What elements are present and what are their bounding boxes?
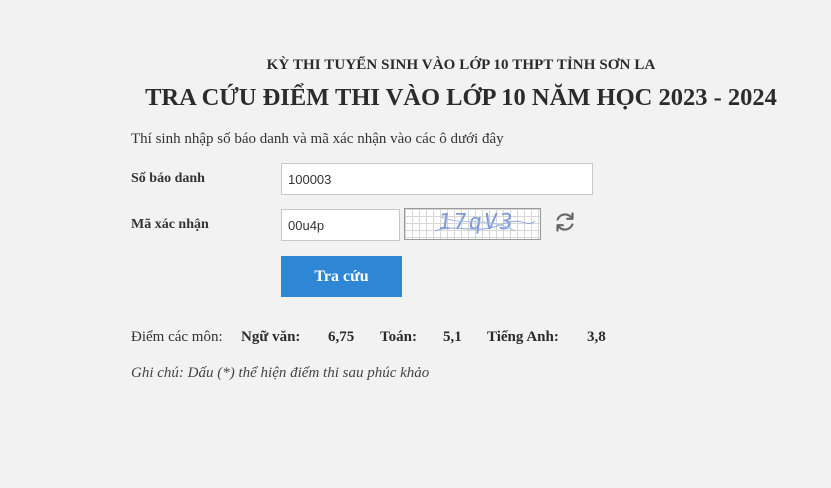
subject-score-anh: 3,8 [587, 329, 606, 345]
scores-label: Điểm các môn: [131, 329, 223, 345]
refresh-icon [556, 212, 574, 232]
captcha-noise [434, 216, 536, 232]
captcha-label: Mã xác nhận [131, 217, 209, 232]
subject-name-anh: Tiếng Anh: [487, 329, 559, 345]
page-title: TRA CỨU ĐIỂM THI VÀO LỚP 10 NĂM HỌC 2023… [145, 84, 777, 111]
subject-name-toan: Toán: [380, 329, 417, 345]
refresh-captcha-button[interactable] [553, 210, 577, 234]
note-text: Ghi chú: Dấu (*) thể hiện điểm thi sau p… [131, 365, 430, 381]
sbd-label: Số báo danh [131, 171, 205, 186]
instruction-text: Thí sinh nhập số báo danh và mã xác nhận… [131, 131, 504, 147]
sbd-input[interactable] [281, 163, 593, 195]
subject-score-toan: 5,1 [443, 329, 462, 345]
captcha-input[interactable] [281, 209, 400, 241]
subject-name-van: Ngữ văn: [241, 329, 301, 345]
captcha-image: 17qV3 [404, 208, 541, 240]
subject-score-van: 6,75 [328, 329, 355, 345]
submit-button[interactable]: Tra cứu [281, 256, 402, 297]
page-subtitle: KỲ THI TUYỂN SINH VÀO LỚP 10 THPT TỈNH S… [266, 57, 656, 73]
